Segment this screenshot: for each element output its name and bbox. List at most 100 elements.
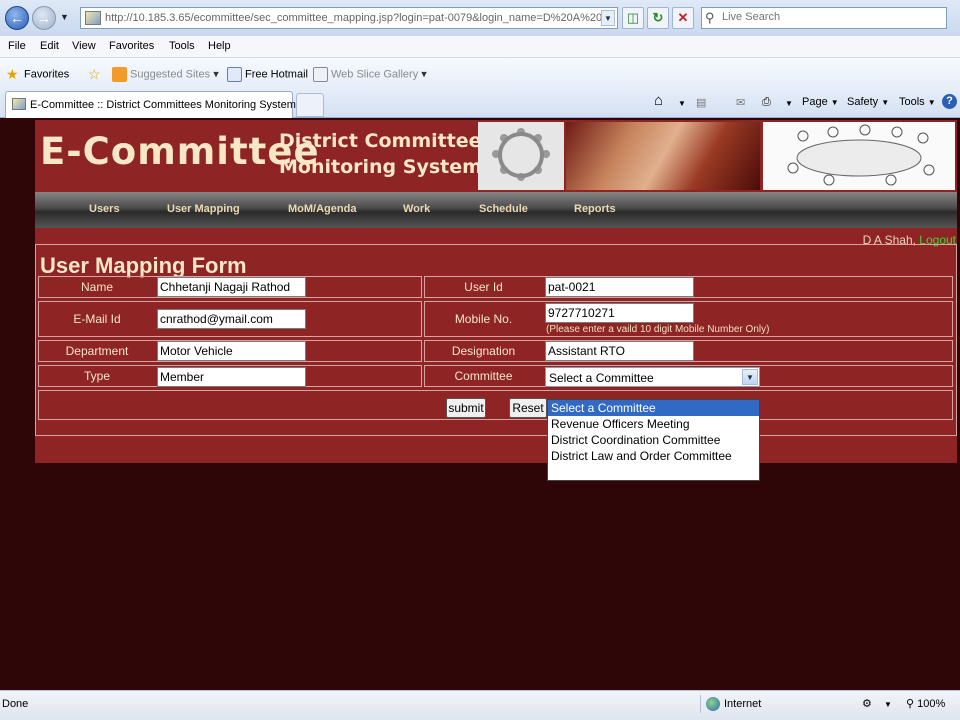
add-favorite-icon[interactable]: ☆ — [88, 67, 106, 82]
security-zone: Internet — [706, 697, 761, 711]
page-menu-label: Page — [802, 96, 828, 108]
menu-help[interactable]: Help — [208, 40, 231, 52]
submit-button[interactable]: submit — [446, 398, 486, 418]
page-icon — [85, 11, 101, 25]
name-label: Name — [80, 280, 113, 294]
committee-option[interactable]: Revenue Officers Meeting — [548, 416, 759, 432]
committee-selected-value: Select a Committee — [549, 371, 654, 385]
search-box[interactable]: ⚲ — [701, 7, 947, 29]
refresh-icon[interactable]: ↻ — [647, 7, 669, 29]
stop-icon[interactable]: ✕ — [672, 7, 694, 29]
nav-work[interactable]: Work — [403, 203, 430, 215]
nav-users[interactable]: Users — [89, 203, 120, 215]
home-icon[interactable]: ⌂ — [654, 92, 663, 109]
designation-field[interactable]: Assistant RTO — [545, 341, 694, 361]
back-arrow-icon[interactable]: ← — [5, 6, 29, 30]
email-field[interactable]: cnrathod@ymail.com — [157, 309, 306, 329]
read-mail-icon[interactable]: ✉ — [736, 96, 745, 109]
zone-label: Internet — [724, 697, 762, 710]
safety-menu[interactable]: Safety ▼ — [847, 96, 889, 108]
protected-dropdown-icon[interactable]: ▼ — [884, 700, 892, 709]
tab-title: E-Committee :: District Committees Monit… — [30, 99, 296, 111]
zoom-level[interactable]: ⚲ 100% — [906, 697, 945, 710]
committee-option[interactable]: District Law and Order Committee — [548, 448, 759, 464]
web-slice-gallery-link[interactable]: Web Slice Gallery ▾ — [313, 67, 427, 82]
nav-schedule[interactable]: Schedule — [479, 203, 528, 215]
user-id-field[interactable]: pat-0021 — [545, 277, 694, 297]
history-dropdown-icon[interactable]: ▼ — [60, 12, 69, 22]
new-tab-button[interactable] — [296, 93, 324, 117]
status-bar: Done Internet ⚙ ▼ ⚲ 100% — [0, 690, 960, 720]
star-icon: ★ — [6, 66, 19, 82]
tab-bar: E-Committee :: District Committees Monit… — [0, 88, 960, 118]
zoom-icon: ⚲ — [906, 698, 918, 710]
status-text: Done — [2, 698, 29, 710]
free-hotmail-link[interactable]: Free Hotmail — [227, 67, 308, 82]
content-panel: D A Shah, Logout User Mapping Form Name … — [35, 228, 957, 463]
committee-option[interactable]: Select a Committee — [548, 400, 759, 416]
print-icon[interactable]: ⎙ — [762, 96, 771, 109]
favorites-bar: ★ Favorites ☆ Suggested Sites ▾ Free Hotm… — [0, 58, 960, 88]
zoom-value: 100% — [917, 698, 946, 710]
web-slice-gallery-label: Web Slice Gallery — [331, 68, 419, 81]
committee-label: Committee — [454, 369, 513, 383]
designation-label: Designation — [451, 344, 516, 358]
mobile-field[interactable]: 9727710271 — [545, 303, 694, 323]
suggested-sites-link[interactable]: Suggested Sites ▾ — [112, 67, 219, 82]
tools-menu-label: Tools — [899, 96, 925, 108]
committee-dropdown-list: Select a Committee Revenue Officers Meet… — [547, 399, 760, 481]
site-logo: E-Committee — [40, 130, 320, 173]
web-slice-icon — [313, 67, 328, 82]
type-field[interactable]: Member — [157, 367, 306, 387]
menu-edit[interactable]: Edit — [40, 40, 59, 52]
user-id-label: User Id — [464, 280, 503, 294]
home-dropdown-icon[interactable]: ▼ — [678, 99, 686, 108]
name-field[interactable]: Chhetanji Nagaji Rathod — [157, 277, 306, 297]
print-dropdown-icon[interactable]: ▼ — [785, 99, 793, 108]
menu-tools[interactable]: Tools — [169, 40, 195, 52]
chevron-down-icon[interactable]: ▼ — [742, 369, 758, 385]
reset-button[interactable]: Reset — [509, 398, 547, 418]
address-dropdown-icon[interactable]: ▼ — [601, 10, 615, 26]
people-circle-image — [478, 122, 564, 190]
feeds-icon[interactable]: ▤ — [696, 96, 706, 109]
menu-favorites[interactable]: Favorites — [109, 40, 154, 52]
status-divider — [700, 695, 701, 713]
globe-icon — [706, 697, 720, 711]
help-icon[interactable]: ? — [942, 94, 957, 109]
forward-arrow-icon[interactable]: → — [32, 6, 56, 30]
suggested-sites-icon — [112, 67, 127, 82]
address-text[interactable]: http://10.185.3.65/ecommittee/sec_commit… — [105, 12, 601, 24]
nav-user-mapping[interactable]: User Mapping — [167, 203, 240, 215]
type-label: Type — [83, 369, 110, 383]
site-banner: E-Committee District Committee Monitorin… — [35, 120, 957, 192]
hands-together-image — [566, 122, 760, 190]
meeting-table-image — [763, 122, 955, 190]
address-bar[interactable]: http://10.185.3.65/ecommittee/sec_commit… — [80, 7, 618, 29]
site-title-line1: District Committee — [279, 130, 482, 152]
hotmail-icon — [227, 67, 242, 82]
search-input[interactable] — [722, 11, 942, 23]
protected-mode-icon[interactable]: ⚙ — [862, 697, 872, 710]
browser-address-row: ← → ▼ http://10.185.3.65/ecommittee/sec_… — [0, 0, 960, 36]
button-row — [38, 390, 953, 420]
favorites-button[interactable]: ★ Favorites — [6, 67, 69, 82]
favorites-label: Favorites — [24, 68, 70, 81]
compatibility-view-icon[interactable]: ◫ — [622, 7, 644, 29]
free-hotmail-label: Free Hotmail — [245, 68, 308, 81]
page-menu[interactable]: Page ▼ — [802, 96, 839, 108]
active-tab[interactable]: E-Committee :: District Committees Monit… — [5, 91, 296, 118]
committee-option[interactable]: District Coordination Committee — [548, 432, 759, 448]
department-label: Department — [65, 344, 129, 358]
department-field[interactable]: Motor Vehicle — [157, 341, 306, 361]
email-label: E-Mail Id — [73, 312, 121, 326]
menu-view[interactable]: View — [72, 40, 96, 52]
mobile-hint: (Please enter a vaild 10 digit Mobile Nu… — [546, 324, 770, 335]
tools-menu[interactable]: Tools ▼ — [899, 96, 936, 108]
search-icon: ⚲ — [705, 10, 715, 25]
nav-reports[interactable]: Reports — [574, 203, 616, 215]
menu-file[interactable]: File — [8, 40, 26, 52]
page-viewport: E-Committee District Committee Monitorin… — [0, 118, 960, 690]
nav-mom-agenda[interactable]: MoM/Agenda — [288, 203, 356, 215]
committee-select[interactable]: Select a Committee ▼ — [545, 367, 760, 387]
